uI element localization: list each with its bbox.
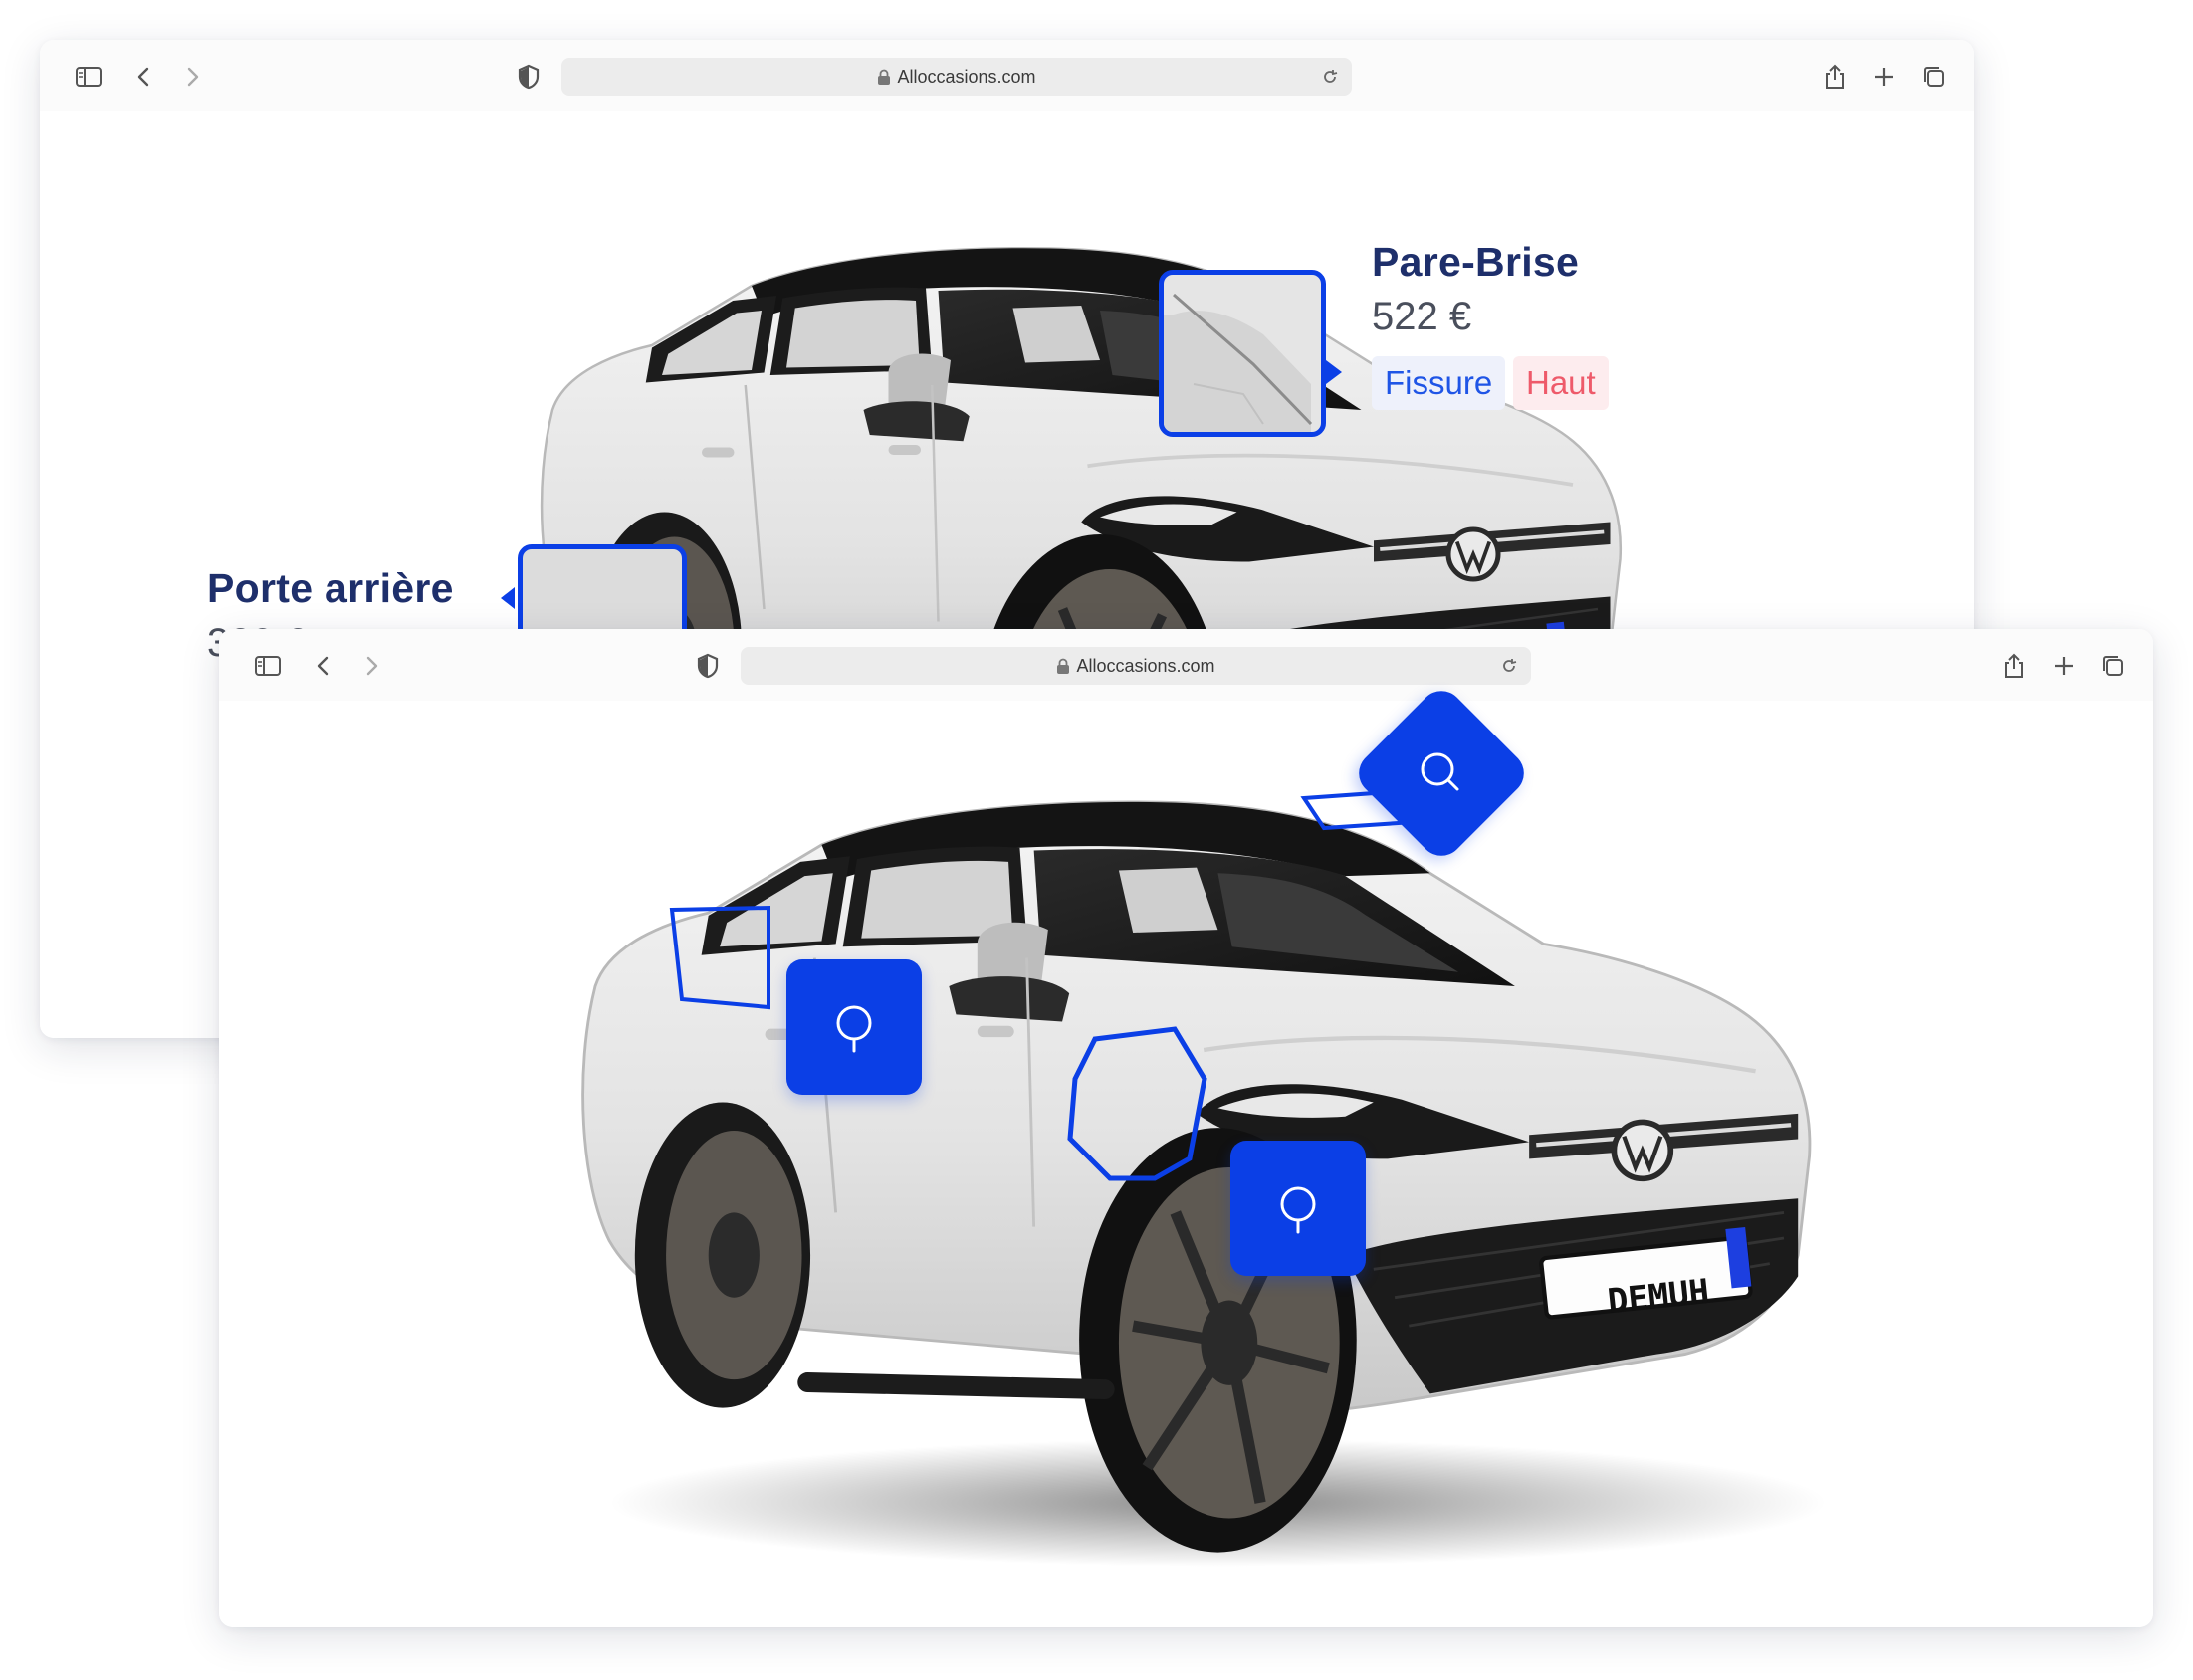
reload-icon[interactable]: [1320, 67, 1340, 87]
tabs-overview-icon[interactable]: [2098, 651, 2128, 681]
windshield-zoom-box[interactable]: [1159, 270, 1326, 437]
back-arrow-icon[interactable]: [129, 62, 159, 92]
shield-icon[interactable]: [514, 62, 544, 92]
page-content: DEMUH: [219, 682, 2153, 1627]
windshield-price: 522 €: [1372, 295, 1472, 338]
rear-door-zoom-button[interactable]: [786, 959, 922, 1095]
callout-pointer: [501, 587, 515, 609]
sidebar-icon[interactable]: [253, 651, 283, 681]
sidebar-icon[interactable]: [74, 62, 104, 92]
reload-icon[interactable]: [1499, 656, 1519, 676]
callout-pointer: [1326, 360, 1342, 384]
magnifier-icon: [1280, 1186, 1316, 1234]
front-wheel-zoom-button[interactable]: [1230, 1141, 1366, 1276]
magnifier-icon: [1421, 752, 1459, 791]
lock-icon: [878, 69, 891, 85]
address-bar[interactable]: Alloccasions.com: [561, 58, 1352, 96]
back-arrow-icon[interactable]: [309, 651, 338, 681]
share-icon[interactable]: [1820, 62, 1850, 92]
forward-arrow-icon[interactable]: [356, 651, 386, 681]
url-text: Alloccasions.com: [897, 66, 1036, 87]
url-text: Alloccasions.com: [1076, 655, 1215, 676]
new-tab-icon[interactable]: [2049, 651, 2079, 681]
forward-arrow-icon[interactable]: [177, 62, 207, 92]
tabs-overview-icon[interactable]: [1919, 62, 1949, 92]
address-bar[interactable]: Alloccasions.com: [741, 647, 1531, 685]
browser-toolbar: Alloccasions.com: [40, 40, 1974, 111]
tag-fissure: Fissure: [1372, 356, 1506, 410]
rear-door-title: Porte arrière: [207, 565, 454, 611]
damage-outlines: [669, 789, 1419, 1181]
magnifier-icon: [836, 1005, 872, 1053]
shield-icon[interactable]: [693, 651, 723, 681]
share-icon[interactable]: [1999, 651, 2029, 681]
browser-toolbar: Alloccasions.com: [219, 629, 2153, 701]
browser-window-front: Alloccasions.com DEMUH: [219, 629, 2153, 1627]
lock-icon: [1057, 658, 1070, 674]
new-tab-icon[interactable]: [1869, 62, 1899, 92]
tag-haut: Haut: [1513, 356, 1609, 410]
windshield-title: Pare-Brise: [1372, 239, 1580, 285]
